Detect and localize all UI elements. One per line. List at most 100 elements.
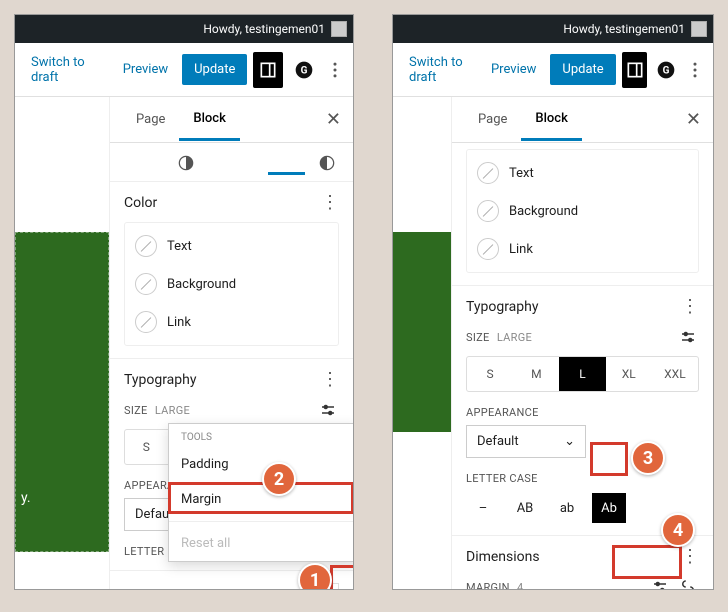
canvas-text: y. — [21, 490, 31, 506]
update-button[interactable]: Update — [550, 54, 615, 85]
size-m[interactable]: M — [513, 357, 559, 391]
avatar[interactable] — [691, 21, 707, 37]
color-background-row[interactable]: Background — [135, 265, 328, 303]
switch-to-draft-link[interactable]: Switch to draft — [23, 49, 109, 91]
size-custom-toggle[interactable] — [677, 326, 699, 348]
top-toolbar: Switch to draft Preview Update G — [15, 43, 353, 97]
color-text-label: Text — [167, 239, 192, 254]
tab-block[interactable]: Block — [521, 99, 581, 141]
size-s[interactable]: S — [467, 357, 513, 391]
preview-link[interactable]: Preview — [115, 56, 176, 83]
background-color-swatch[interactable] — [135, 273, 157, 295]
lettercase-none[interactable]: – — [466, 493, 500, 523]
text-color-swatch[interactable] — [135, 235, 157, 257]
color-section-title: Color — [124, 195, 157, 211]
admin-greeting: Howdy, testingemen01 — [203, 22, 325, 36]
color-text-row[interactable]: Text — [135, 227, 328, 265]
margin-unlink-icon[interactable] — [677, 576, 699, 590]
svg-text:G: G — [301, 65, 308, 76]
color-background-label: Background — [167, 277, 236, 292]
size-label: SIZE — [466, 331, 490, 344]
size-xxl[interactable]: XXL — [652, 357, 698, 391]
link-color-swatch[interactable] — [135, 311, 157, 333]
size-value-label: LARGE — [497, 331, 532, 344]
color-link-label: Link — [167, 315, 191, 330]
tab-page[interactable]: Page — [122, 100, 179, 139]
close-panel-button[interactable]: ✕ — [326, 109, 341, 130]
callout-4: 4 — [661, 513, 695, 547]
admin-bar: Howdy, testingemen01 — [393, 15, 713, 43]
color-link-row[interactable]: Link — [135, 303, 328, 341]
color-section-partial: Text Background Link — [452, 143, 713, 286]
editor-canvas-block — [393, 232, 451, 432]
size-xl[interactable]: XL — [606, 357, 652, 391]
size-custom-toggle[interactable] — [317, 399, 339, 421]
options-kebab[interactable] — [325, 52, 345, 88]
color-text-label: Text — [509, 166, 534, 181]
screenshot-right: Howdy, testingemen01 Switch to draft Pre… — [392, 14, 714, 590]
callout-1: 1 — [298, 563, 332, 590]
plugin-icon[interactable]: G — [289, 52, 319, 88]
size-segmented: S M L XL XXL — [466, 356, 699, 392]
plugin-icon[interactable]: G — [653, 52, 679, 88]
popover-reset-all[interactable]: Reset all — [169, 526, 354, 561]
color-section: Color ⋮ Text Background Link — [110, 182, 353, 359]
margin-label: MARGIN — [466, 581, 510, 591]
dimensions-options[interactable]: ⋮ — [281, 589, 299, 590]
typography-options[interactable]: ⋮ — [321, 371, 339, 389]
margin-value: 4 — [517, 581, 523, 591]
popover-margin[interactable]: Margin — [169, 482, 354, 517]
block-inspector-panel: Page Block ✕ Color ⋮ Text — [109, 97, 353, 589]
top-toolbar: Switch to draft Preview Update G — [393, 43, 713, 97]
avatar[interactable] — [331, 21, 347, 37]
tab-page[interactable]: Page — [464, 100, 521, 139]
circle-half-icon[interactable] — [174, 151, 198, 175]
color-background-row[interactable]: Background — [477, 192, 688, 230]
appearance-value: Default — [477, 434, 519, 449]
lettercase-label: LETTER CASE — [466, 472, 699, 485]
size-l[interactable]: L — [559, 357, 605, 391]
popover-head: TOOLS — [169, 424, 354, 447]
typography-title: Typography — [124, 372, 196, 388]
dimensions-title: Dimensions — [466, 549, 540, 565]
styles-subtabs — [110, 143, 353, 182]
popover-separator — [169, 521, 354, 522]
options-kebab[interactable] — [685, 52, 705, 88]
typography-title: Typography — [466, 299, 538, 315]
appearance-select[interactable]: Default ⌄ — [466, 425, 586, 458]
screenshot-left: y. Howdy, testingemen01 Switch to draft … — [14, 14, 354, 590]
background-color-swatch[interactable] — [477, 200, 499, 222]
inspector-tabs: Page Block ✕ — [110, 97, 353, 143]
close-panel-button[interactable]: ✕ — [686, 109, 701, 130]
settings-sidebar-toggle[interactable] — [622, 52, 648, 88]
margin-custom-toggle[interactable] — [649, 576, 671, 590]
admin-bar: Howdy, testingemen01 — [15, 15, 353, 43]
color-link-row[interactable]: Link — [477, 230, 688, 268]
color-text-row[interactable]: Text — [477, 154, 688, 192]
color-background-label: Background — [509, 204, 578, 219]
size-value-label: LARGE — [155, 404, 190, 417]
color-link-label: Link — [509, 242, 533, 257]
contrast-icon[interactable] — [315, 151, 339, 175]
callout-3: 3 — [631, 441, 665, 475]
chevron-down-icon: ⌄ — [564, 434, 575, 449]
appearance-label: APPEARANCE — [466, 406, 699, 419]
dimensions-tools-popover: TOOLS Padding Margin Reset all — [168, 423, 354, 562]
tab-block[interactable]: Block — [179, 99, 239, 141]
switch-to-draft-link[interactable]: Switch to draft — [401, 49, 477, 91]
settings-sidebar-toggle[interactable] — [253, 52, 283, 88]
size-label: SIZE — [124, 404, 148, 417]
link-color-swatch[interactable] — [477, 238, 499, 260]
lettercase-capitalize[interactable]: Ab — [592, 493, 626, 523]
preview-link[interactable]: Preview — [483, 56, 544, 83]
svg-text:G: G — [663, 65, 670, 76]
update-button[interactable]: Update — [182, 54, 247, 85]
lettercase-lower[interactable]: ab — [550, 493, 584, 523]
subtab-active-indicator — [268, 151, 305, 175]
lettercase-upper[interactable]: AB — [508, 493, 542, 523]
typography-options[interactable]: ⋮ — [681, 298, 699, 316]
size-s[interactable]: S — [125, 430, 168, 464]
text-color-swatch[interactable] — [477, 162, 499, 184]
color-section-options[interactable]: ⋮ — [321, 194, 339, 212]
dimensions-options[interactable]: ⋮ — [681, 548, 699, 566]
